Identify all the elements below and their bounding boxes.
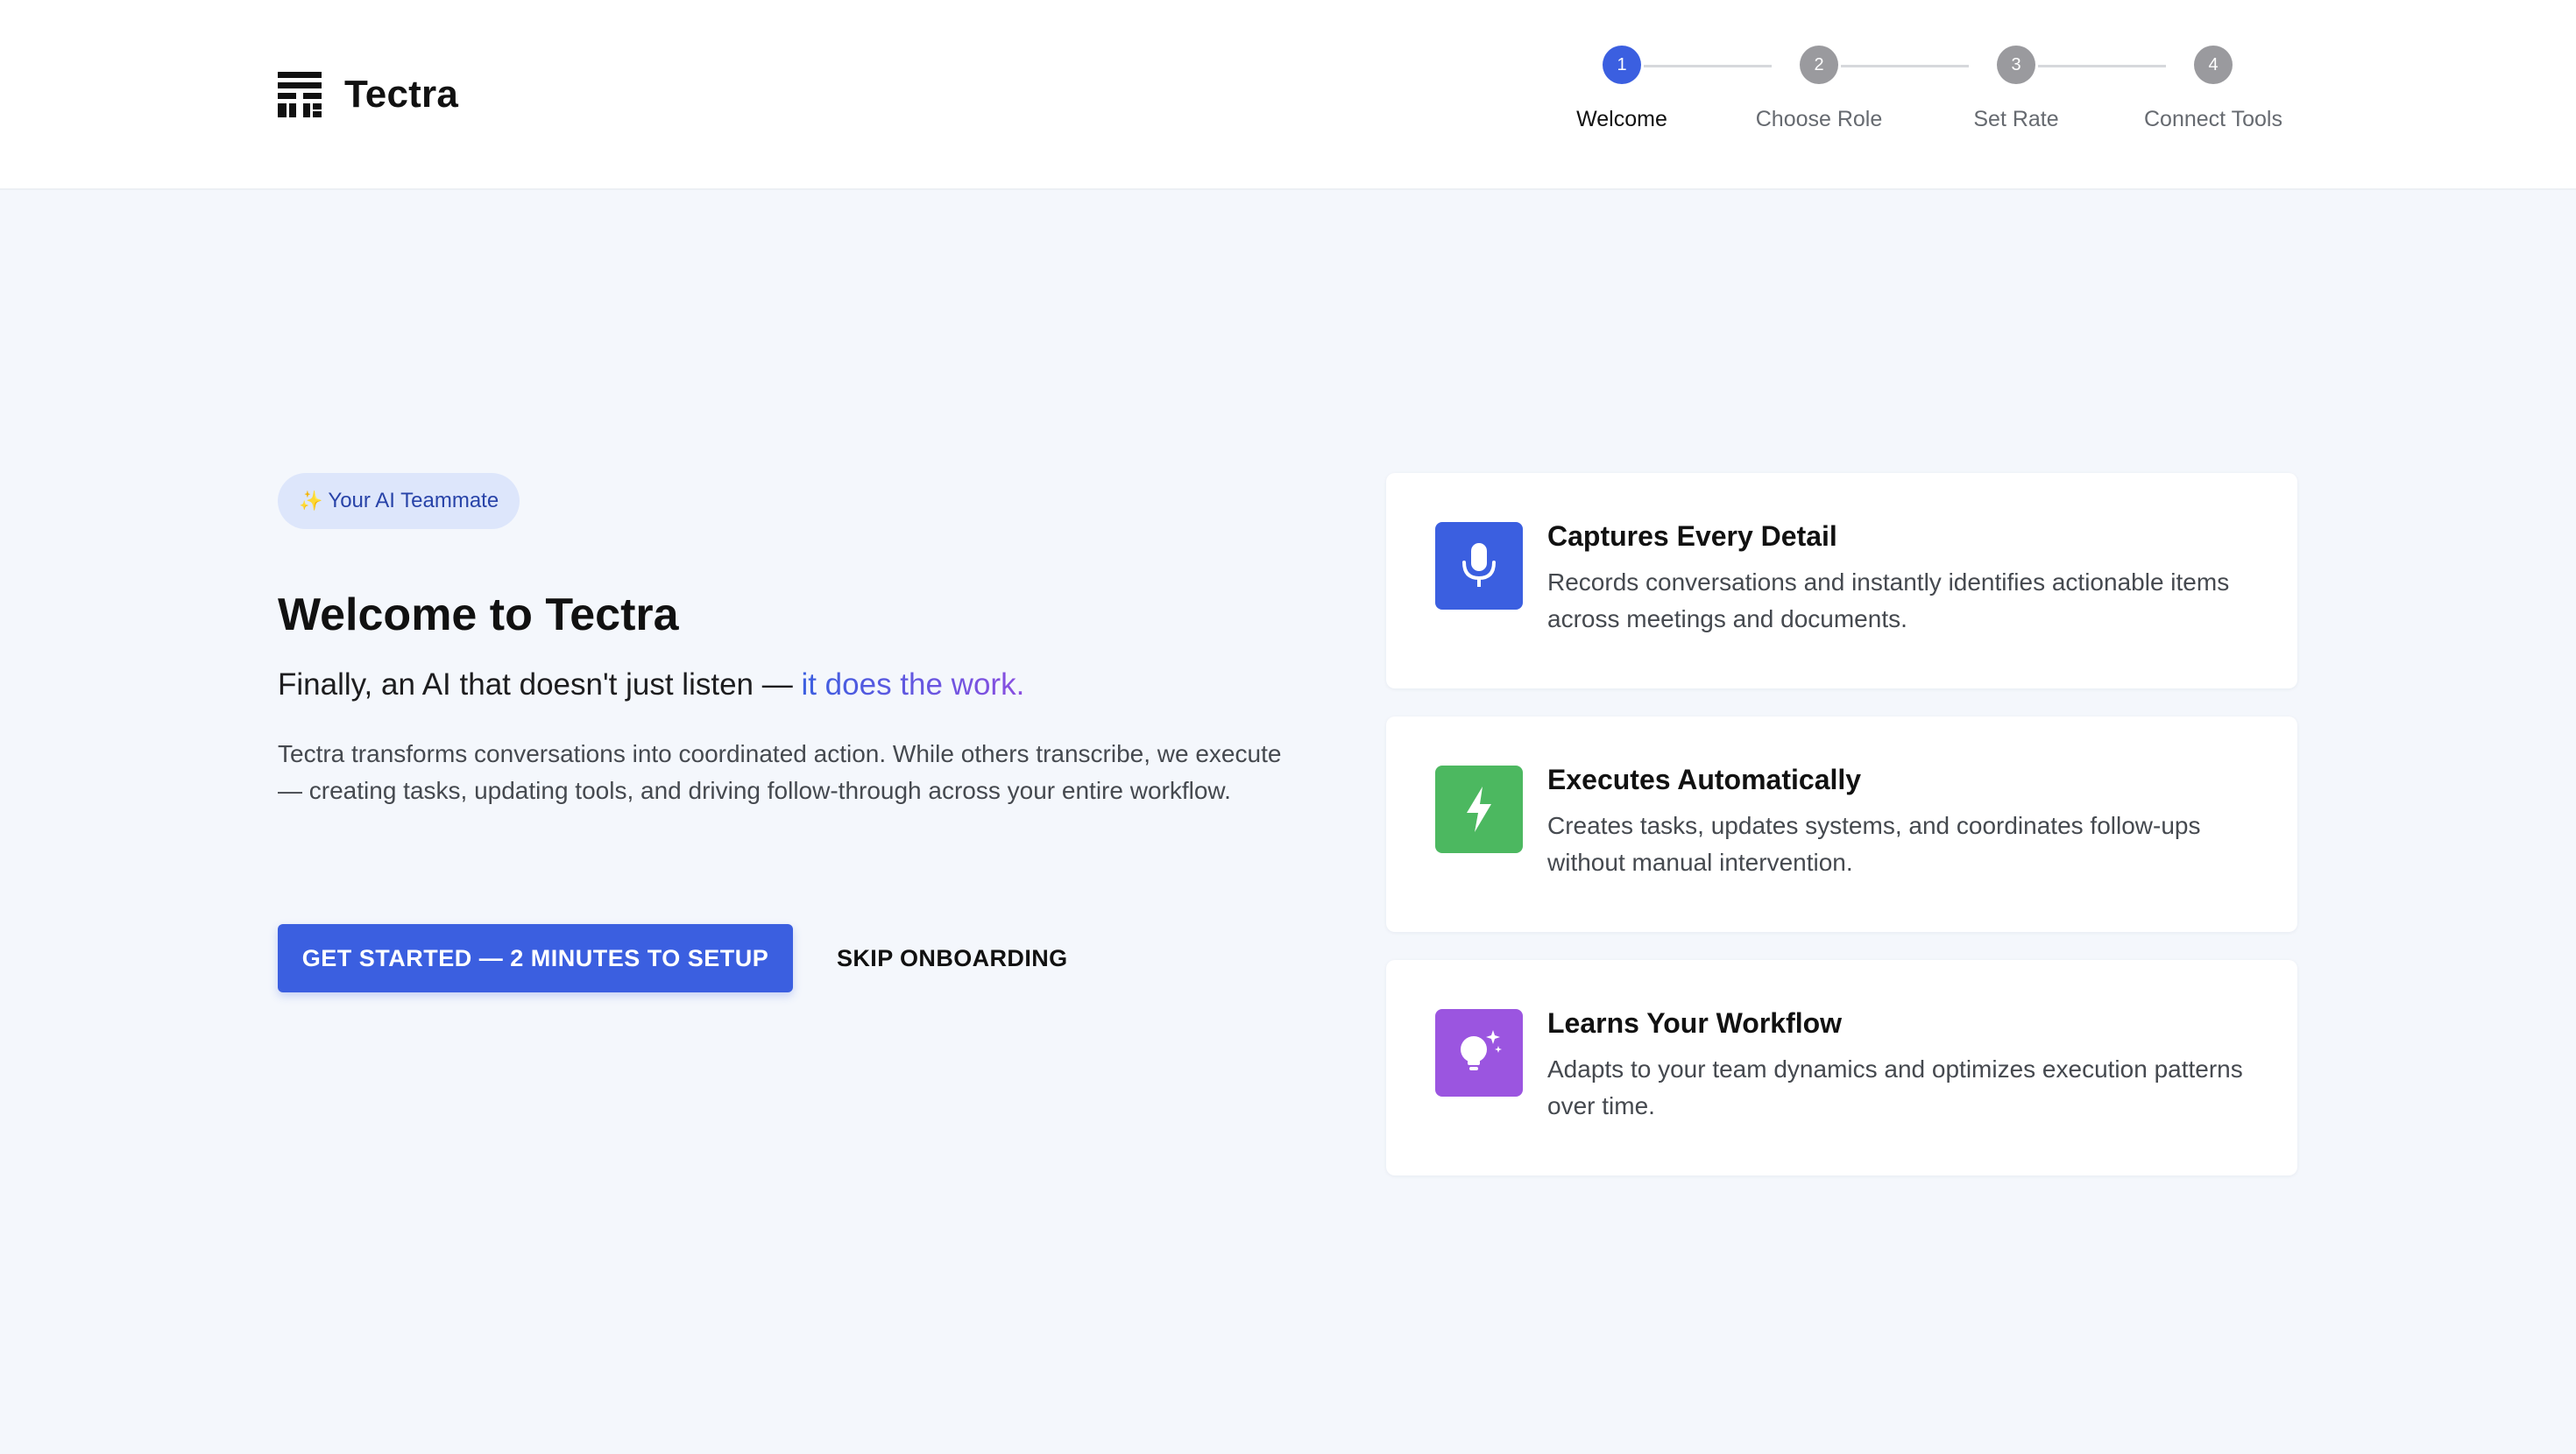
feature-card-captures: Captures Every Detail Records conversati… bbox=[1386, 473, 2297, 688]
step-set-rate[interactable]: 3 Set Rate bbox=[1933, 46, 2099, 132]
lightning-bolt-icon bbox=[1435, 766, 1523, 853]
onboarding-stepper: 1 Welcome 2 Choose Role 3 Set Rate 4 Con… bbox=[1539, 46, 2282, 151]
feature-description: Creates tasks, updates systems, and coor… bbox=[1547, 812, 2201, 876]
lightbulb-icon bbox=[1435, 1009, 1523, 1097]
brand[interactable]: Tectra bbox=[278, 72, 458, 117]
skip-onboarding-button[interactable]: SKIP ONBOARDING bbox=[824, 924, 1081, 992]
step-label: Welcome bbox=[1576, 107, 1667, 131]
feature-title: Executes Automatically bbox=[1547, 764, 1862, 795]
step-number: 1 bbox=[1603, 46, 1641, 84]
page-title: Welcome to Tectra bbox=[278, 589, 679, 640]
step-label: Connect Tools bbox=[2144, 107, 2282, 131]
ai-teammate-badge: ✨ Your AI Teammate bbox=[278, 473, 520, 529]
step-number: 2 bbox=[1800, 46, 1838, 84]
step-number: 3 bbox=[1997, 46, 2035, 84]
get-started-button[interactable]: GET STARTED — 2 MINUTES TO SETUP bbox=[278, 924, 793, 992]
hero-subtitle: Finally, an AI that doesn't just listen … bbox=[278, 667, 1024, 702]
top-header: Tectra 1 Welcome 2 Choose Role 3 Set Rat… bbox=[0, 0, 2576, 190]
feature-title: Learns Your Workflow bbox=[1547, 1007, 1843, 1039]
brand-name: Tectra bbox=[344, 73, 458, 116]
microphone-icon bbox=[1435, 522, 1523, 610]
feature-title: Captures Every Detail bbox=[1547, 520, 1837, 552]
subtitle-prefix: Finally, an AI that doesn't just listen … bbox=[278, 667, 802, 702]
feature-description: Adapts to your team dynamics and optimiz… bbox=[1547, 1055, 2243, 1119]
step-label: Choose Role bbox=[1755, 107, 1883, 131]
hero-description: Tectra transforms conversations into coo… bbox=[278, 740, 1282, 804]
subtitle-accent: it does the work. bbox=[801, 667, 1025, 702]
sparkles-icon: ✨ bbox=[299, 490, 323, 512]
step-connect-tools[interactable]: 4 Connect Tools bbox=[2130, 46, 2296, 132]
step-choose-role[interactable]: 2 Choose Role bbox=[1736, 46, 1902, 132]
tectra-logo-icon bbox=[278, 72, 322, 117]
step-label: Set Rate bbox=[1973, 107, 2059, 131]
step-number: 4 bbox=[2194, 46, 2233, 84]
feature-card-learns: Learns Your Workflow Adapts to your team… bbox=[1386, 960, 2297, 1175]
feature-description: Records conversations and instantly iden… bbox=[1547, 568, 2230, 632]
feature-card-executes: Executes Automatically Creates tasks, up… bbox=[1386, 716, 2297, 932]
step-welcome[interactable]: 1 Welcome bbox=[1539, 46, 1705, 132]
badge-label: Your AI Teammate bbox=[328, 489, 499, 512]
